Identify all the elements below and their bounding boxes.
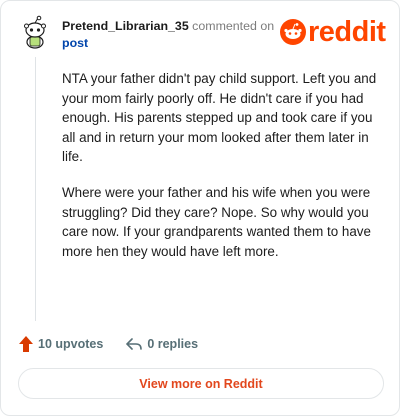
comment-paragraph: Where were your father and his wife when… <box>62 184 371 259</box>
embedded-comment-card: Pretend_Librarian_35 commented on post r… <box>0 0 400 416</box>
thread-line <box>35 57 36 321</box>
upvote-count: 10 upvotes <box>38 337 104 351</box>
view-more-button[interactable]: View more on Reddit <box>18 368 384 399</box>
reddit-snoo-logo-icon <box>280 19 306 45</box>
action-text: commented on <box>192 19 275 33</box>
upvote-button[interactable]: 10 upvotes <box>18 335 103 353</box>
username-link[interactable]: Pretend_Librarian_35 <box>62 19 189 33</box>
comment-actions: 10 upvotes 0 replies <box>18 335 198 353</box>
comment-body: NTA your father didn't pay child support… <box>62 69 382 277</box>
comment-header: Pretend_Librarian_35 commented on post <box>62 18 277 52</box>
reply-button[interactable]: 0 replies <box>125 336 198 352</box>
snoo-avatar-icon[interactable] <box>22 15 48 49</box>
reply-arrow-icon <box>126 338 143 350</box>
upvote-arrow-icon <box>19 336 33 352</box>
comment-paragraph: NTA your father didn't pay child support… <box>62 71 377 165</box>
reddit-logo[interactable]: reddit <box>280 16 386 48</box>
reply-count: 0 replies <box>147 337 199 351</box>
reddit-wordmark: reddit <box>308 16 386 48</box>
post-link[interactable]: post <box>62 36 88 50</box>
